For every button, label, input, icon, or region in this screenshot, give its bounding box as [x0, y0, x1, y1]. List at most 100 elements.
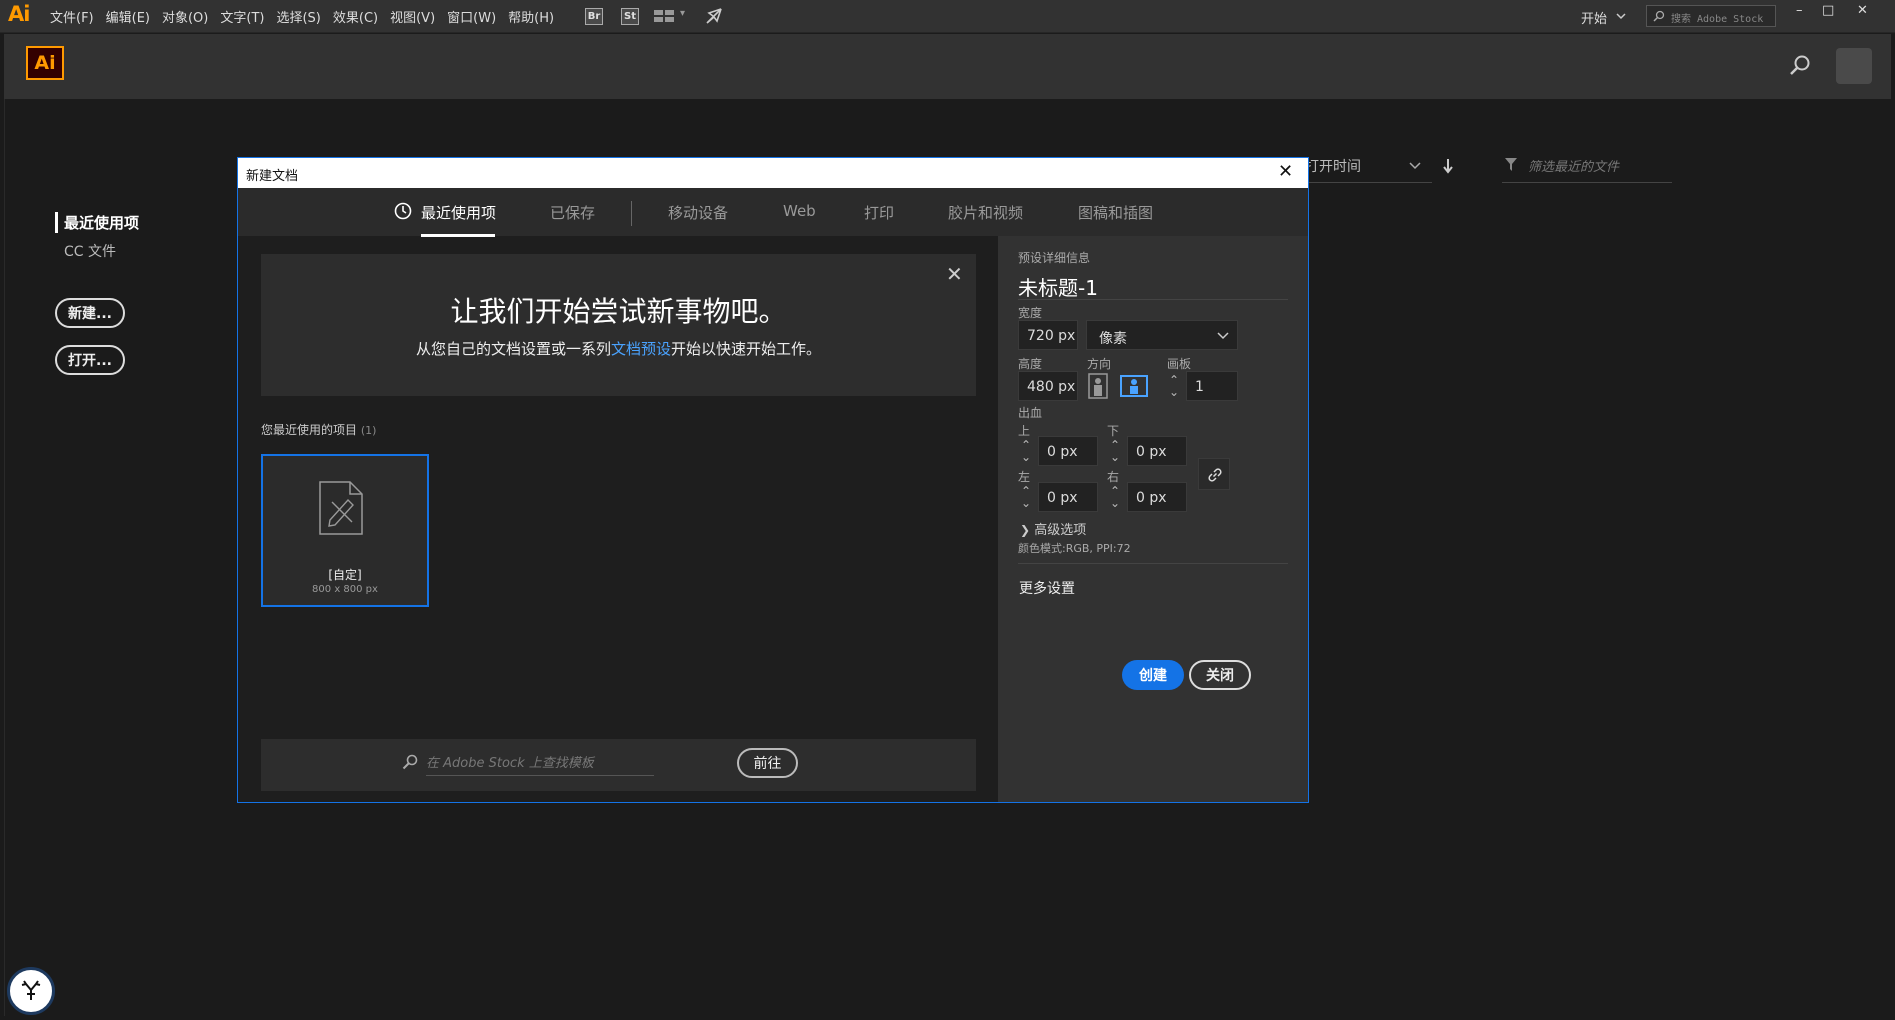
menu-window[interactable]: 窗口(W): [447, 7, 496, 26]
bleed-label: 出血: [1018, 406, 1043, 420]
bleed-left-stepper[interactable]: ⌃ ⌄: [1017, 482, 1035, 512]
app-logo-mini[interactable]: Ai: [8, 2, 30, 26]
width-label: 宽度: [1018, 306, 1043, 320]
artboards-input[interactable]: 1: [1186, 371, 1238, 401]
bleed-top-input[interactable]: 0 px: [1038, 436, 1098, 466]
tab-saved[interactable]: 已保存: [550, 202, 595, 223]
search-icon: [1653, 10, 1665, 22]
menu-edit[interactable]: 编辑(E): [106, 7, 150, 26]
landscape-orientation-icon[interactable]: [1120, 373, 1148, 399]
window-close-button[interactable]: ✕: [1857, 3, 1868, 18]
sort-dropdown[interactable]: 打开时间: [1305, 156, 1432, 183]
home-left-nav: 最近使用项 CC 文件: [55, 212, 139, 261]
stock-search-input[interactable]: 搜索 Adobe Stock: [1646, 5, 1776, 27]
send-rocket-icon[interactable]: [705, 7, 723, 25]
nav-recent[interactable]: 最近使用项: [55, 212, 139, 233]
arrange-documents-icon[interactable]: [654, 10, 674, 23]
home-header: Ai: [4, 34, 1891, 99]
nav-cc-files[interactable]: CC 文件: [55, 241, 139, 261]
artboards-label: 画板: [1167, 357, 1192, 371]
menu-select[interactable]: 选择(S): [276, 7, 320, 26]
tab-recent[interactable]: 最近使用项: [421, 202, 496, 223]
banner-sub-before: 从您自己的文档设置或一系列: [415, 340, 611, 358]
link-bleed-button[interactable]: [1198, 458, 1230, 490]
app-logo: Ai: [26, 46, 64, 80]
tab-film-video[interactable]: 胶片和视频: [948, 202, 1023, 223]
open-button[interactable]: 打开...: [55, 345, 125, 375]
tab-art-illustration[interactable]: 图稿和插图: [1078, 202, 1153, 223]
tab-print[interactable]: 打印: [864, 202, 894, 223]
dialog-close-button[interactable]: ✕: [1278, 161, 1293, 182]
document-name-input[interactable]: 未标题-1: [1018, 272, 1288, 300]
preset-details-panel: 预设详细信息 未标题-1 宽度 720 px 像素 高度 方向 画板 480 p…: [998, 236, 1308, 802]
preset-card-custom[interactable]: [自定] 800 x 800 px: [261, 454, 429, 607]
bleed-right-input[interactable]: 0 px: [1127, 482, 1187, 512]
stock-template-search-input[interactable]: 在 Adobe Stock 上查找模板: [426, 752, 654, 776]
menu-type[interactable]: 文字(T): [220, 7, 264, 26]
stock-button[interactable]: St: [621, 8, 639, 25]
tab-active-indicator: [421, 234, 495, 237]
preset-name: [自定]: [328, 568, 362, 582]
tab-separator: [631, 201, 632, 226]
menu-file[interactable]: 文件(F): [50, 7, 94, 26]
search-icon: [402, 754, 418, 770]
recent-label-text: 您最近使用的项目: [261, 423, 358, 437]
chevron-right-icon: ❯: [1020, 523, 1031, 537]
banner-subtitle: 从您自己的文档设置或一系列文档预设开始以快速开始工作。: [261, 338, 976, 359]
bleed-top-stepper[interactable]: ⌃ ⌄: [1017, 436, 1035, 466]
close-button[interactable]: 关闭: [1189, 660, 1251, 690]
recent-items-label: 您最近使用的项目 (1): [261, 421, 376, 438]
tab-mobile[interactable]: 移动设备: [668, 202, 728, 223]
minimize-button[interactable]: –: [1796, 3, 1803, 18]
go-button[interactable]: 前往: [737, 748, 798, 778]
height-input[interactable]: 480 px: [1018, 371, 1078, 401]
new-button[interactable]: 新建...: [55, 298, 125, 328]
document-icon: [319, 481, 363, 535]
new-document-dialog: 新建文档 ✕ 最近使用项 已保存 移动设备 Web 打印 胶片和视频 图稿和插图…: [237, 157, 1309, 803]
color-mode-info: 颜色模式:RGB, PPI:72: [1018, 542, 1131, 555]
unit-select[interactable]: 像素: [1086, 320, 1238, 350]
menu-effect[interactable]: 效果(C): [333, 7, 378, 26]
welcome-banner: 让我们开始尝试新事物吧。 从您自己的文档设置或一系列文档预设开始以快速开始工作。…: [261, 254, 976, 396]
bleed-bottom-stepper[interactable]: ⌃ ⌄: [1106, 436, 1124, 466]
filter-placeholder: 筛选最近的文件: [1528, 160, 1620, 175]
orientation-label: 方向: [1087, 357, 1112, 371]
bleed-bottom-input[interactable]: 0 px: [1127, 436, 1187, 466]
artboards-stepper[interactable]: ⌃ ⌄: [1165, 371, 1183, 401]
more-settings-link[interactable]: 更多设置: [1019, 578, 1075, 598]
stock-search-placeholder: 搜索 Adobe Stock: [1671, 14, 1764, 25]
maximize-button[interactable]: □: [1822, 3, 1834, 18]
chevron-down-icon[interactable]: [1616, 13, 1626, 20]
banner-sub-after: 开始以快速开始工作。: [671, 340, 822, 358]
workspace-switcher[interactable]: 开始: [1581, 8, 1607, 27]
stock-template-bar: 在 Adobe Stock 上查找模板 前往: [261, 739, 976, 791]
unit-value: 像素: [1099, 331, 1127, 347]
bleed-left-input[interactable]: 0 px: [1038, 482, 1098, 512]
width-input[interactable]: 720 px: [1018, 320, 1078, 350]
clock-icon: [394, 202, 412, 220]
watermark-logo: [7, 967, 55, 1015]
avatar[interactable]: [1836, 48, 1872, 84]
filter-input[interactable]: 筛选最近的文件: [1502, 156, 1672, 183]
menu-object[interactable]: 对象(O): [162, 7, 208, 26]
menu-view[interactable]: 视图(V): [390, 7, 435, 26]
preset-tabs: 最近使用项 已保存 移动设备 Web 打印 胶片和视频 图稿和插图: [238, 188, 1308, 237]
height-label: 高度: [1018, 357, 1043, 371]
bleed-right-stepper[interactable]: ⌃ ⌄: [1106, 482, 1124, 512]
search-icon[interactable]: [1789, 54, 1811, 76]
tab-web[interactable]: Web: [783, 202, 816, 220]
arrange-dropdown-icon[interactable]: ▾: [680, 8, 685, 19]
menu-help[interactable]: 帮助(H): [508, 7, 554, 26]
create-button[interactable]: 创建: [1122, 660, 1184, 690]
portrait-orientation-icon[interactable]: [1085, 373, 1111, 399]
banner-close-button[interactable]: ✕: [946, 262, 963, 286]
preset-size: 800 x 800 px: [312, 584, 378, 595]
link-icon: [1208, 468, 1222, 482]
sort-direction-icon[interactable]: [1442, 158, 1454, 174]
bridge-button[interactable]: Br: [585, 8, 603, 25]
advanced-options-toggle[interactable]: ❯ 高级选项: [1020, 519, 1086, 538]
document-presets-link[interactable]: 文档预设: [611, 340, 671, 358]
chevron-down-icon: [1409, 162, 1421, 170]
advanced-options-label: 高级选项: [1034, 523, 1087, 538]
filter-icon: [1505, 158, 1517, 171]
